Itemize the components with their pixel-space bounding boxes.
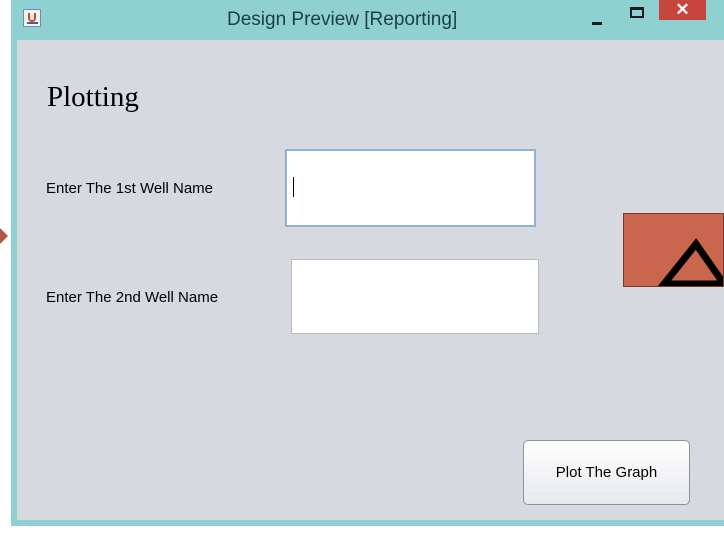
pointer-arrow-icon xyxy=(0,228,8,244)
well1-name-input[interactable] xyxy=(285,149,536,227)
well1-label: Enter The 1st Well Name xyxy=(46,180,214,197)
text-caret xyxy=(293,177,294,197)
java-app-icon[interactable] xyxy=(23,9,41,27)
content-panel: Plotting Enter The 1st Well Name Enter T… xyxy=(17,40,724,520)
title-bar[interactable]: Design Preview [Reporting] ✕ xyxy=(11,0,724,40)
close-icon: ✕ xyxy=(675,0,690,19)
well2-label: Enter The 2nd Well Name xyxy=(46,289,219,306)
maximize-button[interactable] xyxy=(623,6,651,26)
warning-shape xyxy=(623,213,724,287)
close-button[interactable]: ✕ xyxy=(659,0,706,20)
app-window: Design Preview [Reporting] ✕ Plotting En… xyxy=(11,0,724,526)
plot-graph-button[interactable]: Plot The Graph xyxy=(523,440,690,505)
warning-triangle-icon xyxy=(657,238,723,286)
minimize-button[interactable] xyxy=(583,10,611,30)
well2-name-input[interactable] xyxy=(291,259,539,334)
page-title: Plotting xyxy=(47,81,139,113)
window-title: Design Preview [Reporting] xyxy=(227,9,458,30)
